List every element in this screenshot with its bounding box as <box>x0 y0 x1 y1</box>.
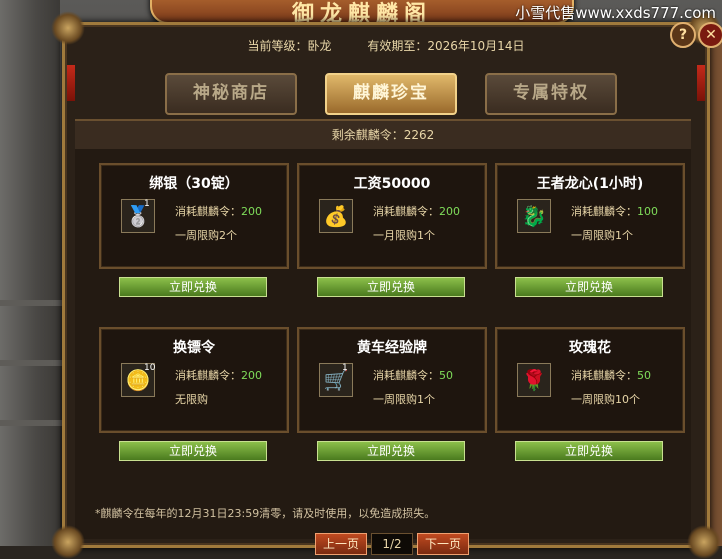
item-cost: 消耗麒麟令：100 <box>571 203 658 219</box>
silver-ingot-icon[interactable]: 🥈 <box>121 199 155 233</box>
cost-label: 消耗麒麟令： <box>175 205 241 218</box>
item-cost: 消耗麒麟令：200 <box>175 367 262 383</box>
item-card: 玫瑰花 🌹 消耗麒麟令：50 一周限购10个 <box>495 327 685 433</box>
dragon-heart-icon[interactable]: 🐉 <box>517 199 551 233</box>
item-cost: 消耗麒麟令：50 <box>373 367 453 383</box>
exchange-button[interactable]: 立即兑换 <box>515 277 663 297</box>
background-pillar <box>0 0 60 546</box>
expire-text: 有效期至：2026年10月14日 <box>367 39 525 53</box>
background-stair <box>0 420 70 426</box>
yellow-cart-icon[interactable]: 🛒 <box>319 363 353 397</box>
tab-exclusive-privilege[interactable]: 专属特权 <box>485 73 617 115</box>
gold-coins-icon[interactable]: 💰 <box>319 199 353 233</box>
cost-value: 200 <box>241 205 262 218</box>
cost-value: 100 <box>637 205 658 218</box>
cost-value: 50 <box>439 369 453 382</box>
item-card: 绑银（30锭） 🥈 1 消耗麒麟令：200 一周限购2个 <box>99 163 289 269</box>
tassel-ornament <box>697 65 705 101</box>
exchange-button[interactable]: 立即兑换 <box>515 441 663 461</box>
tab-mystery-shop[interactable]: 神秘商店 <box>165 73 297 115</box>
cost-label: 消耗麒麟令： <box>571 205 637 218</box>
page-indicator: 1/2 <box>371 533 413 555</box>
exchange-button[interactable]: 立即兑换 <box>317 441 465 461</box>
item-card: 黄车经验牌 🛒 1 消耗麒麟令：50 一周限购1个 <box>297 327 487 433</box>
cost-label: 消耗麒麟令： <box>571 369 637 382</box>
item-cost: 消耗麒麟令：200 <box>175 203 262 219</box>
item-limit: 一周限购10个 <box>571 393 640 406</box>
cost-label: 消耗麒麟令： <box>373 369 439 382</box>
next-page-button[interactable]: 下一页 <box>417 533 469 555</box>
remaining-tokens: 剩余麒麟令：2262 <box>75 121 691 149</box>
content-area: 剩余麒麟令：2262 绑银（30锭） 🥈 1 消耗麒麟令：200 一周限购2个 … <box>75 119 691 555</box>
item-limit: 一周限购1个 <box>373 393 435 406</box>
item-card: 换镖令 🪙 10 消耗麒麟令：200 无限购 <box>99 327 289 433</box>
item-card: 工资50000 💰 消耗麒麟令：200 一月限购1个 <box>297 163 487 269</box>
background-stair <box>0 300 70 306</box>
prev-page-button[interactable]: 上一页 <box>315 533 367 555</box>
level-text: 当前等级：卧龙 <box>247 39 332 53</box>
exchange-button[interactable]: 立即兑换 <box>119 277 267 297</box>
cost-value: 200 <box>241 369 262 382</box>
panel-corner-ornament <box>51 11 85 45</box>
close-button[interactable]: ✕ <box>698 22 722 48</box>
item-quantity: 1 <box>342 363 348 373</box>
top-banner: 御龙麒麟阁 <box>150 0 574 27</box>
rose-icon[interactable]: 🌹 <box>517 363 551 397</box>
tassel-ornament <box>67 65 75 101</box>
item-cost: 消耗麒麟令：50 <box>571 367 651 383</box>
item-quantity: 1 <box>144 199 150 209</box>
item-cost: 消耗麒麟令：200 <box>373 203 460 219</box>
item-quantity: 10 <box>144 363 156 373</box>
item-name: 绑银（30锭） <box>149 176 239 192</box>
panel-corner-ornament <box>51 525 85 559</box>
pagination: 上一页 1/2 下一页 <box>75 533 691 557</box>
exchange-button[interactable]: 立即兑换 <box>317 277 465 297</box>
watermark-text: 小雪代售www.xxds777.com <box>515 4 716 22</box>
item-limit: 无限购 <box>175 393 208 406</box>
item-name: 换镖令 <box>173 340 215 356</box>
cost-value: 50 <box>637 369 651 382</box>
background-stair <box>0 360 70 366</box>
reset-notice: *麒麟令在每年的12月31日23:59清零，请及时使用，以免造成损失。 <box>95 507 436 520</box>
info-bar: 当前等级：卧龙 有效期至：2026年10月14日 <box>65 37 707 54</box>
tab-qilin-treasure[interactable]: 麒麟珍宝 <box>325 73 457 115</box>
cost-label: 消耗麒麟令： <box>373 205 439 218</box>
shop-panel: 当前等级：卧龙 有效期至：2026年10月14日 神秘商店 麒麟珍宝 专属特权 … <box>51 11 721 559</box>
item-limit: 一周限购1个 <box>571 229 633 242</box>
item-name: 玫瑰花 <box>569 340 611 356</box>
item-limit: 一月限购1个 <box>373 229 435 242</box>
cost-value: 200 <box>439 205 460 218</box>
panel-corner-ornament <box>687 525 721 559</box>
item-name: 工资50000 <box>353 176 431 192</box>
item-name: 黄车经验牌 <box>357 340 427 356</box>
item-limit: 一周限购2个 <box>175 229 237 242</box>
item-card: 王者龙心(1小时) 🐉 消耗麒麟令：100 一周限购1个 <box>495 163 685 269</box>
item-name: 王者龙心(1小时) <box>536 176 644 192</box>
help-button[interactable]: ? <box>670 22 696 48</box>
exchange-button[interactable]: 立即兑换 <box>119 441 267 461</box>
cost-label: 消耗麒麟令： <box>175 369 241 382</box>
